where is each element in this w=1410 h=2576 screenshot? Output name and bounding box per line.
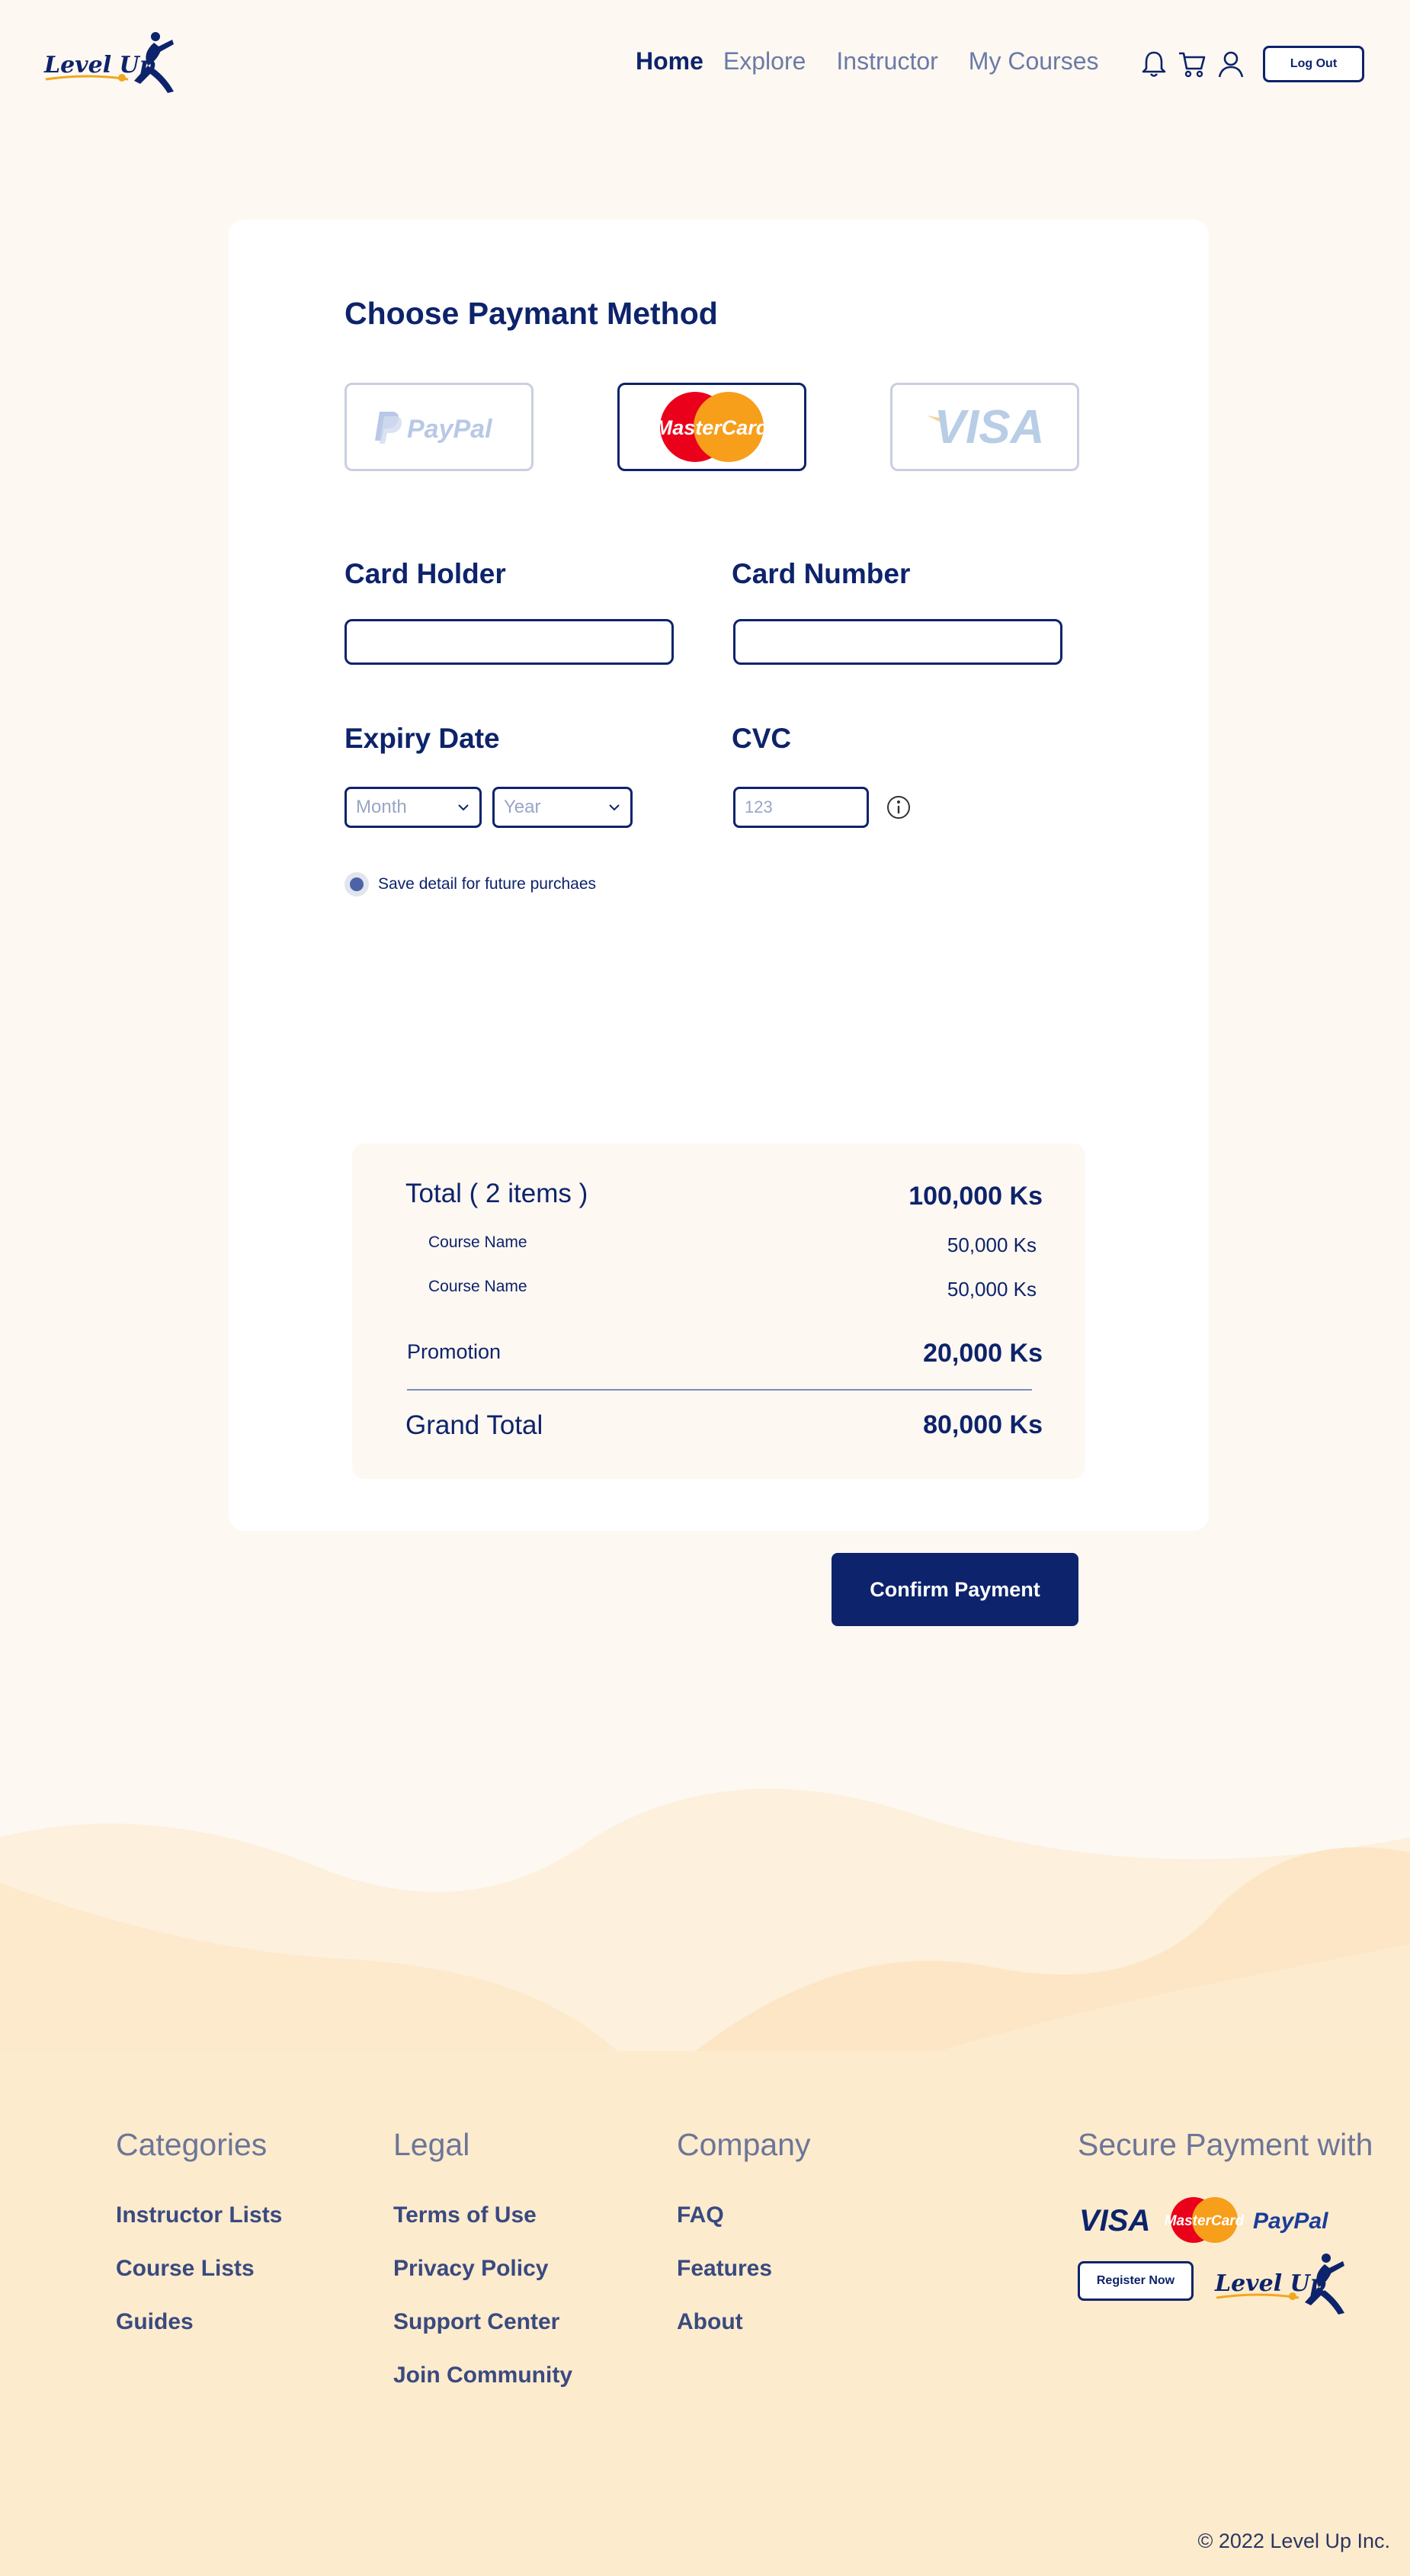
footer-link-guides[interactable]: Guides bbox=[116, 2309, 282, 2335]
expiry-date-label: Expiry Date bbox=[344, 723, 500, 754]
expiry-year-select[interactable]: Year bbox=[492, 787, 633, 828]
nav-links: Home Explore Instructor My Courses bbox=[636, 47, 1129, 75]
payment-logos: VISA MasterCard PayPal bbox=[1079, 2197, 1328, 2243]
user-icon[interactable] bbox=[1216, 49, 1246, 79]
footer-heading: Categories bbox=[116, 2127, 268, 2162]
chevron-down-icon bbox=[609, 804, 620, 811]
save-details-radio[interactable] bbox=[344, 872, 369, 897]
summary-total-label: Total ( 2 items ) bbox=[405, 1179, 588, 1208]
summary-item-price: 50,000 Ks bbox=[947, 1278, 1037, 1301]
summary-total-value: 100,000 Ks bbox=[908, 1182, 1043, 1211]
top-navbar: Level Up Home Explore Instructor My Cour… bbox=[0, 0, 1410, 130]
nav-my-courses[interactable]: My Courses bbox=[969, 47, 1099, 75]
summary-divider bbox=[407, 1389, 1032, 1391]
visa-logo-text: VISA bbox=[934, 401, 1045, 454]
nav-instructor[interactable]: Instructor bbox=[836, 47, 937, 75]
paypal-logo-text: PayPal bbox=[1253, 2209, 1328, 2234]
save-details-label: Save detail for future purchaes bbox=[378, 875, 597, 893]
summary-item-price: 50,000 Ks bbox=[947, 1233, 1037, 1256]
cvc-label: CVC bbox=[732, 723, 792, 754]
card-number-label: Card Number bbox=[732, 558, 911, 589]
save-details-row: Save detail for future purchaes bbox=[344, 872, 596, 897]
chevron-down-icon bbox=[458, 804, 469, 811]
mastercard-option[interactable]: MasterCard bbox=[617, 383, 806, 471]
footer-wave-decoration bbox=[0, 1788, 1410, 2058]
summary-item-name: Course Name bbox=[428, 1233, 527, 1251]
footer-company-column: Company FAQ Features About bbox=[677, 2127, 810, 2363]
confirm-payment-button[interactable]: Confirm Payment bbox=[832, 1553, 1078, 1626]
footer: Categories Instructor Lists Course Lists… bbox=[0, 2051, 1410, 2576]
order-summary: Total ( 2 items ) 100,000 Ks Course Name… bbox=[352, 1144, 1085, 1479]
footer-heading: Legal bbox=[393, 2127, 470, 2162]
mastercard-logo-text: MasterCard bbox=[655, 416, 769, 439]
runner-icon bbox=[1216, 2254, 1344, 2315]
year-select-value: Year bbox=[504, 797, 541, 817]
bell-icon[interactable] bbox=[1139, 49, 1169, 79]
mastercard-logo-text: MasterCard bbox=[1165, 2213, 1245, 2229]
footer-link-support[interactable]: Support Center bbox=[393, 2309, 572, 2335]
footer-level-up-logo[interactable]: Level Up bbox=[1213, 2252, 1351, 2321]
visa-option[interactable]: VISA bbox=[890, 383, 1079, 471]
grand-total-value: 80,000 Ks bbox=[923, 1410, 1043, 1439]
visa-logo-text: VISA bbox=[1079, 2204, 1150, 2238]
card-number-input[interactable] bbox=[733, 619, 1062, 665]
nav-explore[interactable]: Explore bbox=[723, 47, 806, 75]
footer-categories-column: Categories Instructor Lists Course Lists… bbox=[116, 2127, 282, 2363]
grand-total-label: Grand Total bbox=[405, 1410, 543, 1440]
payment-card: Choose Paymant Method PayPal MasterCard … bbox=[229, 220, 1209, 1531]
info-icon[interactable] bbox=[886, 794, 912, 820]
card-holder-input[interactable] bbox=[344, 619, 674, 665]
mastercard-logo-icon: MasterCard bbox=[655, 392, 769, 462]
paypal-logo-text: PayPal bbox=[407, 415, 493, 444]
footer-link-community[interactable]: Join Community bbox=[393, 2363, 572, 2388]
logout-button[interactable]: Log Out bbox=[1263, 46, 1364, 82]
cvc-input[interactable] bbox=[733, 787, 869, 828]
secure-payment-heading: Secure Payment with bbox=[1078, 2127, 1373, 2162]
copyright-text: © 2022 Level Up Inc. bbox=[1197, 2529, 1390, 2552]
nav-home[interactable]: Home bbox=[636, 47, 703, 75]
paypal-logo-icon: PayPal bbox=[375, 412, 493, 444]
level-up-logo[interactable]: Level Up bbox=[43, 30, 180, 99]
month-select-value: Month bbox=[356, 797, 407, 817]
footer-heading: Company bbox=[677, 2127, 811, 2162]
runner-icon bbox=[45, 32, 174, 93]
summary-item-name: Course Name bbox=[428, 1278, 527, 1295]
mastercard-logo-icon: MasterCard bbox=[1165, 2197, 1245, 2243]
footer-link-faq[interactable]: FAQ bbox=[677, 2202, 810, 2228]
visa-logo-icon: VISA bbox=[927, 401, 1045, 454]
footer-link-instructor-lists[interactable]: Instructor Lists bbox=[116, 2202, 282, 2228]
payment-method-title: Choose Paymant Method bbox=[344, 296, 718, 331]
card-holder-label: Card Holder bbox=[344, 558, 506, 589]
footer-link-privacy[interactable]: Privacy Policy bbox=[393, 2256, 572, 2282]
footer-link-course-lists[interactable]: Course Lists bbox=[116, 2256, 282, 2282]
promotion-value: 20,000 Ks bbox=[923, 1339, 1043, 1368]
register-now-button[interactable]: Register Now bbox=[1078, 2261, 1194, 2301]
footer-link-terms[interactable]: Terms of Use bbox=[393, 2202, 572, 2228]
footer-link-features[interactable]: Features bbox=[677, 2256, 810, 2282]
promotion-label: Promotion bbox=[407, 1340, 502, 1363]
expiry-month-select[interactable]: Month bbox=[344, 787, 482, 828]
footer-link-about[interactable]: About bbox=[677, 2309, 810, 2335]
footer-legal-column: Legal Terms of Use Privacy Policy Suppor… bbox=[393, 2127, 572, 2416]
cart-icon[interactable] bbox=[1177, 49, 1207, 79]
paypal-option[interactable]: PayPal bbox=[344, 383, 534, 471]
